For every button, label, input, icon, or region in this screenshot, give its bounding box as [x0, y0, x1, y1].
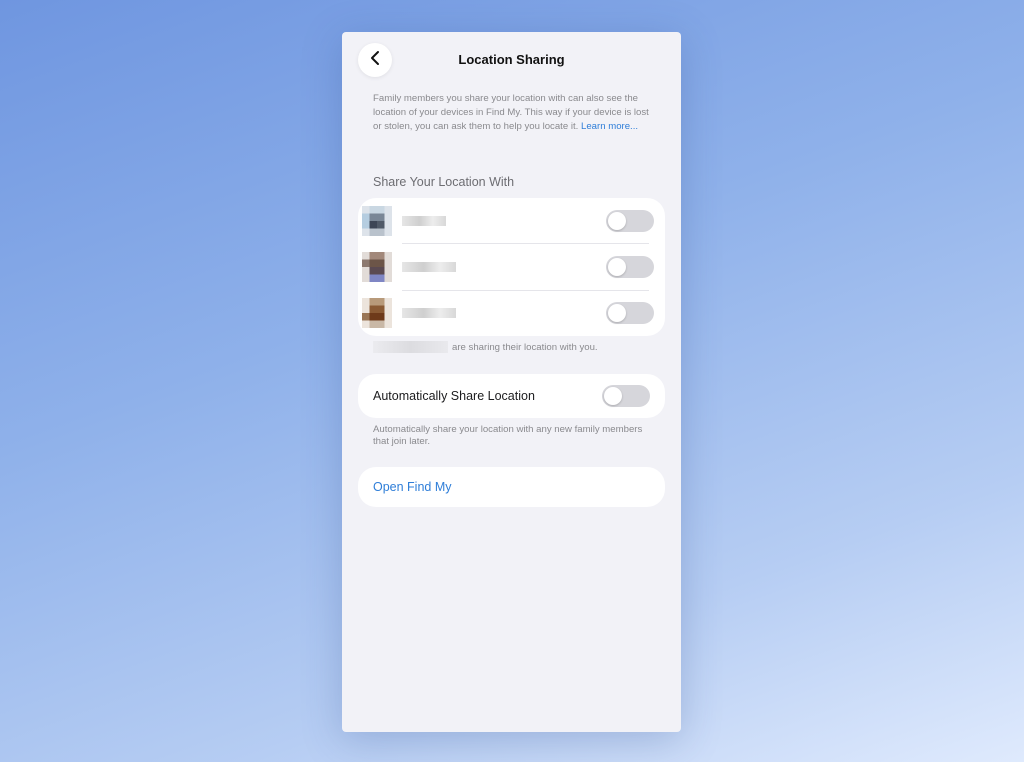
sharing-note-text: are sharing their location with you.	[452, 341, 598, 353]
auto-share-label: Automatically Share Location	[373, 389, 535, 403]
member-name	[402, 308, 456, 318]
toggle-knob	[604, 387, 622, 405]
member-avatar	[362, 298, 392, 328]
member-name	[402, 262, 456, 272]
member-avatar	[362, 206, 392, 236]
learn-more-link[interactable]: Learn more...	[581, 121, 638, 132]
family-member-row	[358, 290, 665, 336]
share-section-header: Share Your Location With	[373, 175, 515, 189]
family-member-row	[358, 198, 665, 244]
auto-share-toggle[interactable]	[602, 385, 650, 407]
toggle-knob	[608, 258, 626, 276]
member-name	[402, 216, 446, 226]
member-share-toggle[interactable]	[606, 256, 654, 278]
toggle-knob	[608, 212, 626, 230]
family-member-row	[358, 244, 665, 290]
toggle-knob	[608, 304, 626, 322]
auto-share-cell: Automatically Share Location	[358, 374, 665, 418]
sharing-with-you-note: are sharing their location with you.	[373, 341, 598, 353]
family-members-list	[358, 198, 665, 336]
open-find-my-button[interactable]: Open Find My	[358, 467, 665, 507]
location-sharing-sheet: Location Sharing Family members you shar…	[342, 32, 681, 732]
auto-share-help-text: Automatically share your location with a…	[373, 424, 643, 447]
open-find-my-label: Open Find My	[373, 480, 452, 494]
member-avatar	[362, 252, 392, 282]
intro-text: Family members you share your location w…	[373, 92, 655, 134]
member-share-toggle[interactable]	[606, 302, 654, 324]
member-share-toggle[interactable]	[606, 210, 654, 232]
sharing-names-redacted	[373, 341, 448, 353]
page-title: Location Sharing	[458, 52, 565, 67]
